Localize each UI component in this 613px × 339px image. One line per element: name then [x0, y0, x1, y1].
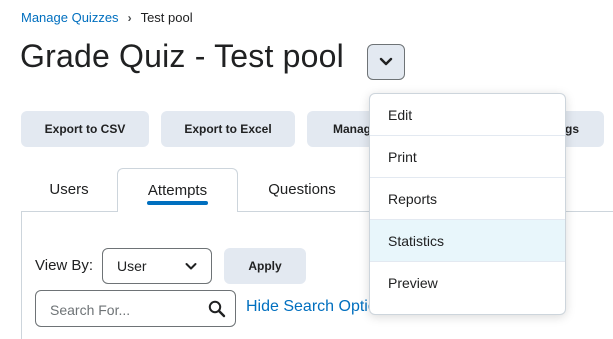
breadcrumb-separator-icon: ›: [127, 10, 132, 25]
title-context-menu: Edit Print Reports Statistics Preview: [369, 93, 566, 315]
search-icon[interactable]: [208, 300, 226, 318]
export-excel-button[interactable]: Export to Excel: [161, 111, 295, 147]
page-title: Grade Quiz - Test pool: [20, 38, 344, 74]
active-tab-indicator: [147, 201, 208, 205]
tab-attempts-label: Attempts: [147, 182, 208, 199]
breadcrumb-manage-quizzes-link[interactable]: Manage Quizzes: [21, 10, 119, 25]
tab-users-label: Users: [49, 181, 89, 198]
tab-panel-left-border: [21, 211, 22, 339]
menu-item-reports[interactable]: Reports: [370, 178, 565, 220]
tab-questions-label: Questions: [268, 181, 336, 198]
menu-item-statistics[interactable]: Statistics: [370, 220, 565, 262]
breadcrumb-current: Test pool: [140, 10, 193, 25]
menu-item-print[interactable]: Print: [370, 136, 565, 178]
view-by-select[interactable]: User: [102, 248, 212, 284]
menu-item-preview[interactable]: Preview: [370, 262, 565, 304]
view-by-selected-value: User: [117, 258, 147, 274]
chevron-down-icon: [185, 263, 197, 270]
apply-button[interactable]: Apply: [224, 248, 306, 284]
view-by-label: View By:: [35, 257, 94, 274]
title-context-menu-button[interactable]: [367, 44, 405, 80]
search-box: [35, 290, 236, 327]
page: Manage Quizzes › Test pool Grade Quiz - …: [0, 0, 613, 339]
tab-attempts[interactable]: Attempts: [117, 168, 238, 212]
tab-users[interactable]: Users: [21, 168, 117, 212]
tab-questions[interactable]: Questions: [238, 168, 366, 212]
search-input[interactable]: [48, 300, 202, 320]
hide-search-options-link[interactable]: Hide Search Optio: [246, 298, 377, 316]
export-csv-button[interactable]: Export to CSV: [21, 111, 149, 147]
breadcrumb: Manage Quizzes › Test pool: [21, 10, 193, 25]
chevron-down-icon: [379, 57, 393, 66]
menu-item-edit[interactable]: Edit: [370, 94, 565, 136]
